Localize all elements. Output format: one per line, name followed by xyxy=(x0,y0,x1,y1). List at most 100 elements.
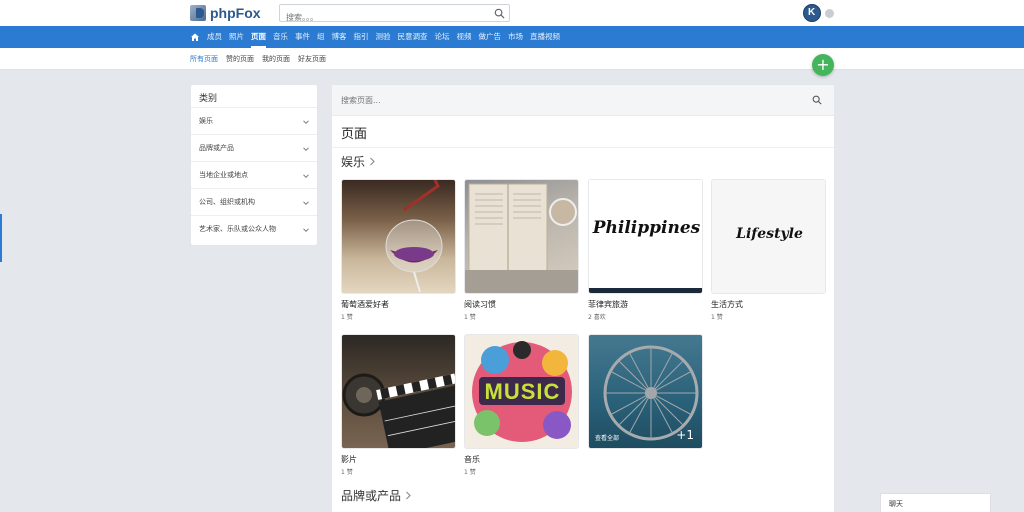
site-logo[interactable]: phpFox xyxy=(190,4,261,22)
global-search[interactable] xyxy=(279,4,510,26)
page-card-name[interactable]: 菲律宾旅游 xyxy=(588,299,703,310)
subnav-friend-pages[interactable]: 好友页面 xyxy=(298,54,326,64)
divider xyxy=(332,147,834,148)
search-icon[interactable] xyxy=(494,8,505,19)
category-panel: 类别 娱乐 品牌或产品 当地企业或地点 公司、组织或机构 艺术家、乐队或公众人物 xyxy=(190,84,318,246)
top-bar: phpFox xyxy=(0,0,1024,26)
home-icon[interactable] xyxy=(190,32,200,42)
view-all-label[interactable]: 查看全部 xyxy=(595,433,619,442)
thumbnail-text: Philippines xyxy=(592,218,701,238)
wine-glass-image xyxy=(385,180,443,293)
category-item-artist[interactable]: 艺术家、乐队或公众人物 xyxy=(191,216,317,243)
page-card-music[interactable]: MUSIC 音乐 1 赞 xyxy=(464,334,579,476)
nav-item-groups[interactable]: 组 xyxy=(317,26,325,48)
open-book-image xyxy=(465,183,578,293)
page-card-name[interactable]: 影片 xyxy=(341,454,456,465)
page-card-likes: 1 赞 xyxy=(464,314,476,321)
page-thumbnail[interactable]: Philippines xyxy=(588,179,703,294)
view-all-card[interactable]: 查看全部 +1 xyxy=(588,334,703,449)
chevron-down-icon[interactable] xyxy=(303,146,309,152)
chat-bar[interactable]: 聊天 xyxy=(880,493,991,512)
chevron-down-icon[interactable] xyxy=(303,173,309,179)
category-item-label: 当地企业或地点 xyxy=(199,171,248,179)
nav-item-blogs[interactable]: 博客 xyxy=(332,26,347,48)
more-count: +1 xyxy=(676,428,694,442)
sub-nav: 所有页面 赞的页面 我的页面 好友页面 xyxy=(0,48,1024,70)
global-search-input[interactable] xyxy=(280,9,480,26)
page-card-name[interactable]: 生活方式 xyxy=(711,299,826,310)
nav-item-live-video[interactable]: 直播视频 xyxy=(530,26,560,48)
page-thumbnail[interactable] xyxy=(464,179,579,294)
logo-text: phpFox xyxy=(210,5,261,21)
nav-item-members[interactable]: 成员 xyxy=(207,26,222,48)
category-item-label: 品牌或产品 xyxy=(199,144,234,152)
page-card-likes: 1 赞 xyxy=(341,469,353,476)
page-card-films[interactable]: 影片 1 赞 xyxy=(341,334,456,476)
category-item-label: 娱乐 xyxy=(199,117,213,125)
category-item-label: 公司、组织或机构 xyxy=(199,198,255,206)
logo-mark-icon xyxy=(190,5,206,21)
clapperboard-image xyxy=(342,373,455,448)
page-card-philippines[interactable]: Philippines 菲律宾旅游 2 喜欢 xyxy=(588,179,703,321)
category-item-company[interactable]: 公司、组织或机构 xyxy=(191,189,317,216)
thumbnail-text: MUSIC xyxy=(484,379,561,404)
section-title-label: 品牌或产品 xyxy=(341,489,402,503)
nav-item-forum[interactable]: 论坛 xyxy=(435,26,450,48)
nav-item-pages[interactable]: 页面 xyxy=(251,26,266,48)
category-item-entertainment[interactable]: 娱乐 xyxy=(191,108,317,135)
main-nav: 成员 照片 页面 音乐 事件 组 博客 指引 测验 民意调查 论坛 视频 做广告… xyxy=(0,26,1024,48)
page-thumbnail[interactable]: MUSIC xyxy=(464,334,579,449)
chevron-down-icon[interactable] xyxy=(303,119,309,125)
nav-item-videos[interactable]: 视频 xyxy=(457,26,472,48)
page-thumbnail[interactable]: Lifestyle xyxy=(711,179,826,294)
page-card-wine[interactable]: 葡萄酒爱好者 1 赞 xyxy=(341,179,456,321)
page-card-likes: 2 喜欢 xyxy=(588,314,606,321)
section-title-entertainment[interactable]: 娱乐 xyxy=(341,153,376,170)
chevron-right-icon[interactable] xyxy=(405,491,412,500)
page-thumbnail[interactable] xyxy=(341,334,456,449)
thumbnail-text: Lifestyle xyxy=(736,226,803,242)
nav-item-guide[interactable]: 指引 xyxy=(354,26,369,48)
page-card-likes: 1 赞 xyxy=(341,314,353,321)
nav-item-marketplace[interactable]: 市场 xyxy=(508,26,523,48)
pages-main-panel: 页面 娱乐 葡萄酒爱好者 1 赞 xyxy=(331,84,835,512)
chevron-down-icon[interactable] xyxy=(303,227,309,233)
category-item-local-business[interactable]: 当地企业或地点 xyxy=(191,162,317,189)
page-card-name[interactable]: 阅读习惯 xyxy=(464,299,579,310)
main-nav-items: 成员 照片 页面 音乐 事件 组 博客 指引 测验 民意调查 论坛 视频 做广告… xyxy=(190,26,567,48)
category-item-brand[interactable]: 品牌或产品 xyxy=(191,135,317,162)
page-card-reading[interactable]: 阅读习惯 1 赞 xyxy=(464,179,579,321)
page-card-likes: 1 赞 xyxy=(464,469,476,476)
category-item-label: 艺术家、乐队或公众人物 xyxy=(199,225,276,233)
side-accent-bar xyxy=(0,214,2,262)
chevron-down-icon[interactable] xyxy=(303,200,309,206)
nav-item-photos[interactable]: 照片 xyxy=(229,26,244,48)
page-title: 页面 xyxy=(341,127,368,142)
view-all-thumbnail[interactable]: 查看全部 +1 xyxy=(588,334,703,449)
pages-search-input[interactable] xyxy=(341,93,741,107)
search-icon[interactable] xyxy=(812,95,822,105)
section-title-brands[interactable]: 品牌或产品 xyxy=(341,487,412,504)
add-page-button[interactable]: + xyxy=(812,54,834,76)
pages-search[interactable] xyxy=(332,85,834,116)
page-card-name[interactable]: 音乐 xyxy=(464,454,579,465)
page-card-likes: 1 赞 xyxy=(711,314,723,321)
nav-item-ads[interactable]: 做广告 xyxy=(479,26,502,48)
page-card-name[interactable]: 葡萄酒爱好者 xyxy=(341,299,456,310)
subnav-liked-pages[interactable]: 赞的页面 xyxy=(226,54,254,64)
subnav-my-pages[interactable]: 我的页面 xyxy=(262,54,290,64)
user-menu-chevron-icon[interactable] xyxy=(825,9,834,18)
nav-item-music[interactable]: 音乐 xyxy=(273,26,288,48)
subnav-all-pages[interactable]: 所有页面 xyxy=(190,54,218,64)
page-card-lifestyle[interactable]: Lifestyle 生活方式 1 赞 xyxy=(711,179,826,321)
user-avatar[interactable] xyxy=(803,4,821,22)
nav-item-events[interactable]: 事件 xyxy=(295,26,310,48)
sub-nav-items: 所有页面 赞的页面 我的页面 好友页面 xyxy=(190,48,326,70)
chat-label: 聊天 xyxy=(889,500,903,508)
page-thumbnail[interactable] xyxy=(341,179,456,294)
nav-item-polls[interactable]: 民意调查 xyxy=(398,26,428,48)
divider xyxy=(589,288,702,293)
category-title: 类别 xyxy=(191,85,317,108)
chevron-right-icon[interactable] xyxy=(369,157,376,166)
nav-item-quiz[interactable]: 测验 xyxy=(376,26,391,48)
